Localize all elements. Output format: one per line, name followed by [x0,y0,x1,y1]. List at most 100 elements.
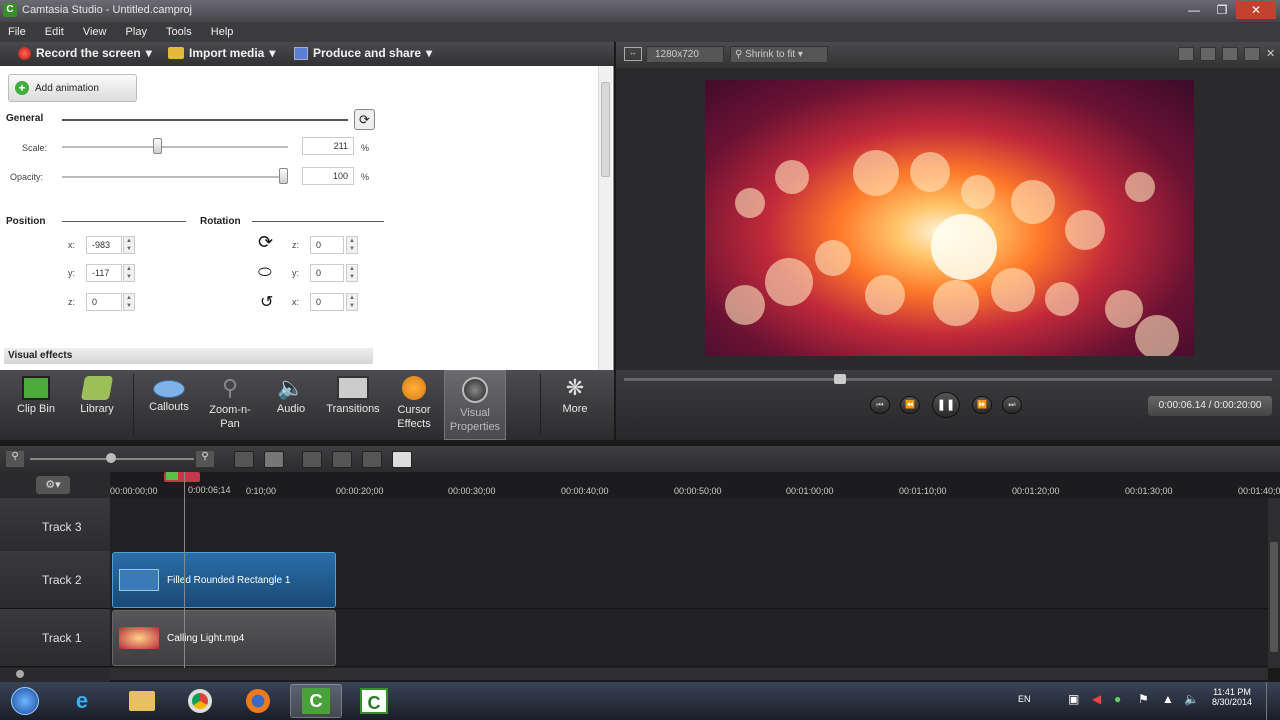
tab-transitions[interactable]: Transitions [320,370,386,440]
taskbar-chrome[interactable] [174,684,226,718]
tray-app-icon[interactable]: ◀ [1092,692,1101,706]
scale-slider-thumb[interactable] [153,138,163,154]
pos-y-spinner[interactable]: ▲ ▼ [123,264,135,282]
taskbar-camtasia-1[interactable]: C [290,684,342,718]
step-back-icon[interactable]: ⏮ [870,396,890,414]
copy-icon[interactable] [362,451,382,468]
pause-icon[interactable]: ❚❚ [932,392,960,418]
tab-callouts[interactable]: Callouts [140,370,198,440]
menu-view[interactable]: View [75,22,115,42]
properties-scrollbar[interactable] [598,66,612,370]
cut-icon[interactable] [302,451,322,468]
opacity-slider[interactable] [62,176,288,178]
scrub-handle[interactable] [833,374,846,384]
close-button[interactable]: ✕ [1236,1,1276,19]
gear-icon[interactable]: ⚙▾ [36,476,70,494]
redo-icon[interactable] [264,451,284,468]
volume-icon[interactable]: 🔈 [1184,692,1199,706]
menu-edit[interactable]: Edit [37,22,72,42]
scale-slider[interactable] [62,146,288,148]
tab-cursor-effects[interactable]: Cursor Effects [388,370,440,440]
crop-icon[interactable] [1200,47,1216,61]
timeline-scrollbar[interactable] [110,668,1268,680]
record-screen-button[interactable]: Record the screen ▾ [18,46,152,60]
track-1-header[interactable]: Track 1 [0,609,110,667]
zoom-dropdown[interactable]: ⚲ Shrink to fit ▾ [730,46,828,63]
video-clip[interactable]: Calling Light.mp4 [112,610,336,666]
pos-z-input[interactable]: 0 [86,293,122,311]
rot-z-spinner[interactable]: ▲ ▼ [346,236,358,254]
preview-canvas[interactable] [705,80,1194,356]
show-desktop-button[interactable] [1266,682,1280,720]
menu-file[interactable]: File [0,22,34,42]
visual-effects-section[interactable]: Visual effects [4,348,373,364]
track-3-header[interactable]: Track 3 [0,498,110,556]
tab-audio[interactable]: 🔈 Audio [264,370,318,440]
flag-icon[interactable]: ⚑ [1138,692,1149,706]
scrub-track[interactable] [624,378,1272,381]
menu-help[interactable]: Help [203,22,242,42]
taskbar-camtasia-2[interactable]: C [348,684,400,718]
menu-play[interactable]: Play [118,22,155,42]
produce-share-button[interactable]: Produce and share ▾ [294,46,432,60]
reset-icon[interactable]: ⟳ [354,109,375,130]
tracks-scrollbar[interactable] [1268,498,1280,668]
pos-x-spinner[interactable]: ▲ ▼ [123,236,135,254]
zoom-out-icon[interactable]: ⚲ [6,451,24,467]
detach-icon[interactable] [1178,47,1194,61]
step-forward-icon[interactable]: ⏭ [1002,396,1022,414]
scrollbar-thumb[interactable] [1270,542,1278,652]
resize-icon[interactable]: ↔ [624,47,642,61]
rot-y-spinner[interactable]: ▲ ▼ [346,264,358,282]
track-2-header[interactable]: Track 2 [0,551,110,609]
timeline-ruler[interactable]: 00:00:00;00 0:10;00 00:00:20;00 00:00:30… [110,472,1280,498]
scrollbar-thumb[interactable] [601,82,610,177]
tab-clip-bin[interactable]: Clip Bin [8,370,64,440]
rot-x-spinner[interactable]: ▲ ▼ [346,293,358,311]
language-indicator[interactable]: EN [1018,694,1031,704]
opacity-slider-thumb[interactable] [279,168,288,184]
opacity-input[interactable]: 100 [302,167,354,185]
tab-zoom-n-pan[interactable]: ⚲ Zoom-n- Pan [200,370,260,440]
minimize-button[interactable]: — [1180,1,1208,19]
pos-y-input[interactable]: -117 [86,264,122,282]
undo-icon[interactable] [234,451,254,468]
network-icon[interactable]: ▣ [1068,692,1079,706]
menu-tools[interactable]: Tools [158,22,200,42]
maximize-button[interactable]: ❐ [1208,1,1236,19]
paste-icon[interactable] [392,451,412,468]
rot-y-input[interactable]: 0 [310,264,344,282]
pos-z-spinner[interactable]: ▲ ▼ [123,293,135,311]
import-media-button[interactable]: Import media ▾ [168,46,275,60]
close-preview-icon[interactable]: ✕ [1266,47,1278,61]
tab-library[interactable]: Library [68,370,126,440]
callout-clip[interactable]: Filled Rounded Rectangle 1 [112,552,336,608]
tray-sync-icon[interactable]: ● [1114,692,1121,706]
scale-input[interactable]: 211 [302,137,354,155]
rot-z-input[interactable]: 0 [310,236,344,254]
fullscreen-icon[interactable] [1222,47,1238,61]
track-2-lane[interactable]: Filled Rounded Rectangle 1 [110,551,1268,609]
track-3-lane[interactable] [110,498,1268,556]
pos-x-input[interactable]: -983 [86,236,122,254]
zoom-in-icon[interactable]: ⚲ [196,451,214,467]
tab-visual-properties[interactable]: Visual Properties [444,370,506,440]
taskbar-ie[interactable]: e [56,684,108,718]
zoom-slider-thumb[interactable] [106,453,116,463]
tab-more[interactable]: ❋ More [548,370,602,440]
rot-x-input[interactable]: 0 [310,293,344,311]
taskbar-explorer[interactable] [116,684,168,718]
track-height-slider[interactable] [16,670,24,678]
taskbar-firefox[interactable] [232,684,284,718]
signal-icon[interactable]: ▲ [1162,692,1174,706]
pan-icon[interactable] [1244,47,1260,61]
add-animation-button[interactable]: + Add animation [8,74,137,102]
split-icon[interactable] [332,451,352,468]
fast-forward-icon[interactable]: ⏩ [972,396,992,414]
start-button[interactable] [2,684,48,718]
resolution-dropdown[interactable]: 1280x720 [646,46,724,63]
rewind-icon[interactable]: ⏪ [900,396,920,414]
clock[interactable]: 11:41 PM 8/30/2014 [1210,687,1254,707]
in-point-marker[interactable] [166,472,178,480]
track-1-lane[interactable]: Calling Light.mp4 [110,609,1268,667]
